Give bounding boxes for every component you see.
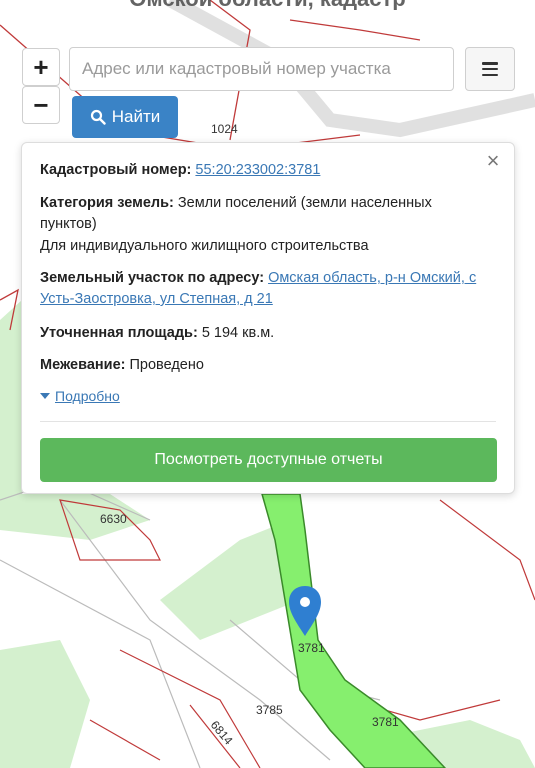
area-label: Уточненная площадь: [40,325,198,341]
cadastral-number-row: Кадастровый номер: 55:20:233002:3781 [40,160,480,181]
cadastral-number-link[interactable]: 55:20:233002:3781 [195,162,320,178]
zoom-out-button[interactable]: − [22,86,60,124]
survey-label: Межевание: [40,357,126,373]
land-usage: Для индивидуального жилищного строительс… [40,238,369,254]
find-button-label: Найти [111,107,161,126]
survey-row: Межевание: Проведено [40,355,480,376]
divider [40,421,496,422]
parcel-label-1024: 1024 [211,122,238,136]
find-button[interactable]: Найти [72,96,178,138]
details-toggle-label: Подробно [55,388,120,404]
search-input[interactable] [69,47,454,91]
parcel-label-3781: 3781 [298,641,325,655]
page-title: Омской области, кадастр [0,0,535,10]
address-label: Земельный участок по адресу: [40,270,265,286]
close-icon[interactable]: × [483,150,503,172]
land-category-label: Категория земель: [40,195,174,211]
caret-down-icon [40,393,50,399]
search-icon [90,109,106,125]
details-toggle[interactable]: Подробно [40,388,120,404]
zoom-in-button[interactable]: + [22,48,60,86]
menu-button[interactable] [465,47,515,91]
address-row: Земельный участок по адресу: Омская обла… [40,268,480,310]
menu-icon [482,62,498,76]
area-row: Уточненная площадь: 5 194 кв.м. [40,323,480,344]
survey-value: Проведено [129,357,204,373]
parcel-info-popup: × Кадастровый номер: 55:20:233002:3781 К… [21,142,515,494]
area-value: 5 194 кв.м. [201,325,275,341]
parcel-label-3785: 3785 [256,703,283,717]
land-category-row: Категория земель: Земли поселений (земли… [40,193,480,235]
view-reports-button[interactable]: Посмотреть доступные отчеты [40,438,497,482]
parcel-label-3781-edge: 3781 [372,715,399,729]
cadastral-number-label: Кадастровый номер: [40,162,192,178]
parcel-label-6630: 6630 [100,512,127,526]
